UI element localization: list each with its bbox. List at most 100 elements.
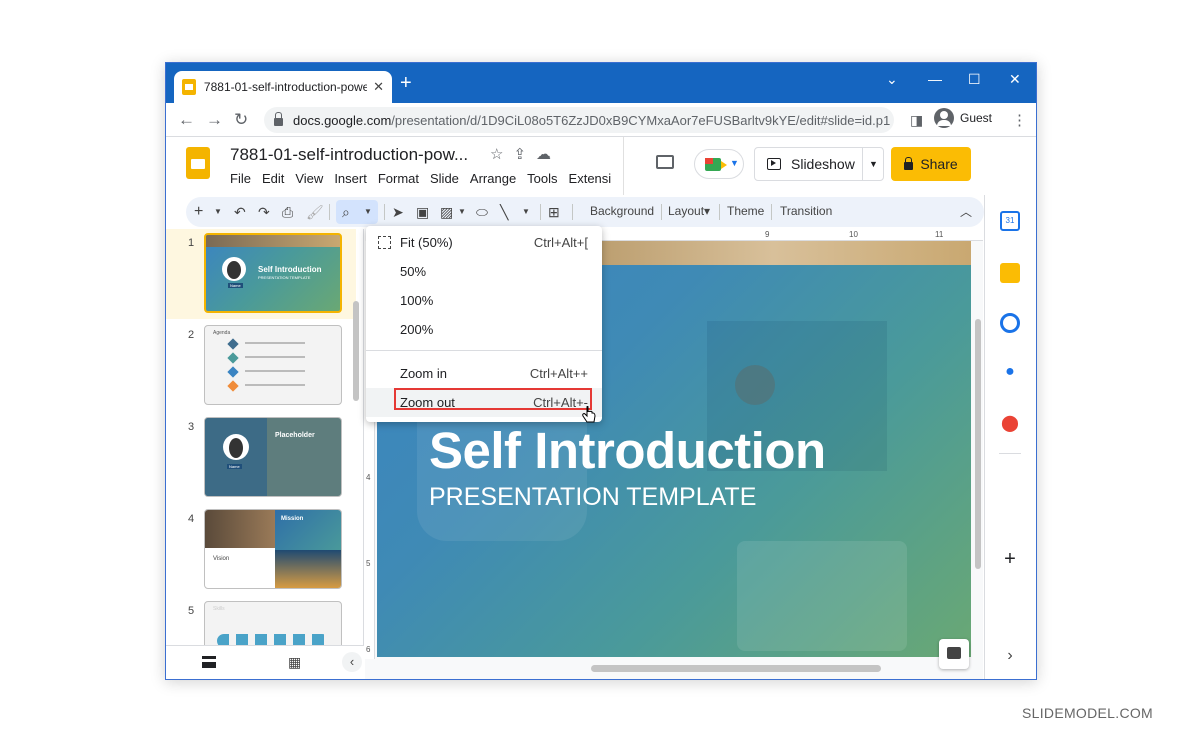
grid-view-icon[interactable]: ▦ — [288, 654, 301, 671]
zoom-200-item[interactable]: 200% — [366, 315, 602, 344]
image-icon[interactable]: ▨ — [440, 202, 453, 222]
editor-vertical-scrollbar[interactable] — [975, 319, 981, 569]
forward-icon[interactable]: → — [206, 110, 223, 130]
ruler-tick: 9 — [765, 230, 770, 239]
text-box-icon[interactable]: ▣ — [416, 202, 429, 222]
theme-button[interactable]: Theme — [727, 204, 764, 218]
slides-favicon-icon — [182, 79, 196, 95]
new-slide-icon[interactable]: + — [194, 202, 203, 222]
contacts-icon[interactable]: ● — [1000, 363, 1020, 383]
url-field[interactable]: docs.google.com/presentation/d/1D9CiL08o… — [264, 107, 894, 133]
slide-thumbnail: Mission Vision — [204, 509, 342, 589]
redo-icon[interactable]: ↷ — [258, 202, 270, 222]
filmstrip-scrollbar[interactable] — [353, 301, 359, 401]
new-slide-dropdown-icon[interactable]: ▼ — [214, 202, 222, 222]
shape-icon[interactable]: ⬭ — [476, 202, 488, 222]
editor-horizontal-scrollbar[interactable] — [591, 665, 881, 672]
ruler-tick: 11 — [935, 230, 944, 239]
minimize-button[interactable]: — — [928, 71, 942, 87]
paint-format-icon[interactable]: 🖌 — [306, 202, 324, 222]
slideshow-dropdown-icon[interactable]: ▼ — [862, 148, 884, 180]
sidepanel-icon[interactable]: ◨ — [910, 112, 923, 129]
filmstrip-slide-3[interactable]: 3 Name Placeholder — [166, 413, 356, 503]
star-icon[interactable]: ☆ — [490, 146, 513, 163]
tab-title: 7881-01-self-introduction-power — [203, 80, 368, 94]
keep-icon[interactable] — [1000, 263, 1020, 283]
ruler-tick: 10 — [849, 230, 858, 239]
cloud-status-icon[interactable]: ☁ — [536, 146, 561, 163]
slides-logo-icon[interactable] — [186, 147, 210, 179]
back-icon[interactable]: ← — [178, 110, 195, 130]
hand-cursor-icon — [582, 406, 596, 423]
zoom-100-item[interactable]: 100% — [366, 286, 602, 315]
background-button[interactable]: Background — [590, 204, 654, 218]
thumb-title: Mission — [281, 516, 304, 522]
slideshow-label: Slideshow — [791, 156, 855, 172]
close-window-button[interactable]: ✕ — [1009, 71, 1021, 88]
image-dropdown-icon[interactable]: ▼ — [458, 202, 466, 222]
print-icon[interactable]: ⎙ — [282, 202, 293, 222]
meet-button[interactable]: ▼ — [694, 149, 744, 179]
highlight-box — [394, 388, 592, 410]
line-icon[interactable]: ╲ — [500, 202, 508, 222]
menu-arrange[interactable]: Arrange — [470, 171, 516, 186]
maps-icon[interactable]: ⬤ — [1000, 413, 1020, 433]
zoom-in-item[interactable]: Zoom in Ctrl+Alt++ — [366, 359, 602, 388]
toolbar-divider — [661, 204, 662, 220]
select-cursor-icon[interactable]: ➤ — [392, 202, 404, 222]
slideshow-button[interactable]: Slideshow ▼ — [754, 147, 884, 181]
new-tab-button[interactable]: + — [400, 73, 412, 93]
expand-icon[interactable]: › — [1000, 647, 1020, 667]
thumb-subtitle: Vision — [213, 556, 230, 562]
slide-title[interactable]: Self Introduction — [429, 421, 826, 480]
filmstrip-slide-4[interactable]: 4 Mission Vision — [166, 505, 356, 595]
filmstrip-slide-1[interactable]: 1 Self Introduction PRESENTATION TEMPLAT… — [166, 229, 356, 319]
filmstrip-footer: ▦ ‹ — [166, 645, 364, 679]
menu-view[interactable]: View — [295, 171, 323, 186]
zoom-50-item[interactable]: 50% — [366, 257, 602, 286]
collapse-toolbar-icon[interactable]: ︿ — [960, 202, 972, 222]
thumb-title: Skills — [213, 606, 225, 612]
tab-close-icon[interactable]: ✕ — [373, 79, 384, 95]
filmstrip-slide-2[interactable]: 2 Agenda — [166, 321, 356, 411]
filmstrip-view-icon[interactable] — [202, 656, 216, 668]
more-menu-icon[interactable]: ⋮ — [1012, 111, 1027, 129]
menu-insert[interactable]: Insert — [334, 171, 367, 186]
move-folder-icon[interactable]: ⇪ — [513, 146, 536, 163]
zoom-icon[interactable]: ⌕ — [342, 202, 350, 222]
zoom-dropdown-icon[interactable]: ▼ — [364, 202, 372, 222]
layout-button[interactable]: Layout▾ — [668, 204, 710, 218]
reload-icon[interactable]: ↻ — [234, 110, 248, 130]
meet-dropdown-icon: ▼ — [730, 158, 739, 168]
document-title[interactable]: 7881-01-self-introduction-pow... — [230, 145, 468, 165]
comment-history-icon[interactable] — [656, 155, 674, 169]
browser-tab[interactable]: 7881-01-self-introduction-power ✕ — [174, 71, 392, 103]
calendar-icon[interactable]: 31 — [1000, 211, 1020, 231]
slide-thumbnail: Self Introduction PRESENTATION TEMPLATE … — [204, 233, 342, 313]
menu-tools[interactable]: Tools — [527, 171, 557, 186]
undo-icon[interactable]: ↶ — [234, 202, 246, 222]
transition-button[interactable]: Transition — [780, 204, 832, 218]
menu-extensions[interactable]: Extensi — [569, 171, 612, 186]
add-comment-icon[interactable]: ⊞ — [548, 202, 560, 222]
menu-item-shortcut: Ctrl+Alt+[ — [533, 235, 588, 250]
filmstrip-slide-5[interactable]: 5 Skills — [166, 597, 356, 645]
guest-profile[interactable]: Guest — [934, 108, 992, 128]
tasks-icon[interactable] — [1000, 313, 1020, 333]
menu-format[interactable]: Format — [378, 171, 419, 186]
slide-subtitle[interactable]: PRESENTATION TEMPLATE — [429, 483, 756, 512]
tab-search-icon[interactable]: ⌄ — [886, 71, 898, 88]
editing-toolbar: + ▼ ↶ ↷ ⎙ 🖌 ⌕ ▼ ➤ ▣ ▨ ▼ ⬭ ╲ ▼ ⊞ Backgrou… — [186, 197, 984, 227]
menu-slide[interactable]: Slide — [430, 171, 459, 186]
share-label: Share — [920, 156, 958, 172]
menu-edit[interactable]: Edit — [262, 171, 284, 186]
add-icon[interactable]: + — [1000, 549, 1020, 569]
explore-icon[interactable] — [939, 639, 969, 669]
zoom-fit-item[interactable]: Fit (50%) Ctrl+Alt+[ — [366, 228, 602, 257]
slide-thumbnail: Agenda — [204, 325, 342, 405]
maximize-button[interactable]: ☐ — [968, 71, 981, 88]
collapse-filmstrip-icon[interactable]: ‹ — [342, 652, 362, 672]
share-button[interactable]: Share — [891, 147, 971, 181]
menu-file[interactable]: File — [230, 171, 251, 186]
line-dropdown-icon[interactable]: ▼ — [522, 202, 530, 222]
